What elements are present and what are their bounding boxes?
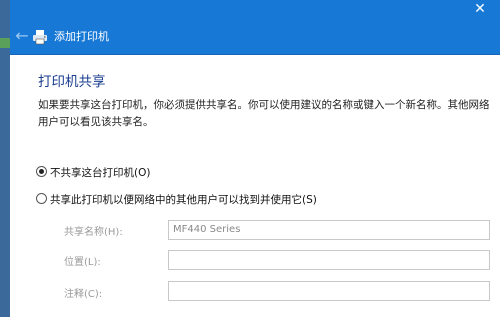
radio-label: 不共享这台打印机(O) xyxy=(50,167,151,179)
share-name-label: 共享名称(H): xyxy=(64,227,123,238)
location-field[interactable] xyxy=(168,250,490,270)
dialog-title: 添加打印机 xyxy=(54,30,109,43)
radio-button[interactable] xyxy=(36,193,47,204)
main-content: 打印机共享 如果要共享这台打印机，你必须提供共享名。你可以使用建议的名称或键入一… xyxy=(10,55,500,317)
radio-share-printer[interactable]: 共享此打印机以便网络中的其他用户可以找到并使用它(S) xyxy=(36,192,317,207)
comment-label: 注释(C): xyxy=(64,289,103,300)
location-label: 位置(L): xyxy=(64,257,101,268)
description-text: 如果要共享这台打印机，你必须提供共享名。你可以使用建议的名称或键入一个新名称。其… xyxy=(38,99,490,128)
close-button[interactable]: ✕ xyxy=(460,0,500,20)
page-heading: 打印机共享 xyxy=(38,74,106,90)
share-name-field[interactable]: MF440 Series xyxy=(168,220,490,240)
back-arrow-icon[interactable]: ← xyxy=(12,26,32,46)
desktop-icon-fragment xyxy=(0,38,10,48)
radio-do-not-share[interactable]: 不共享这台打印机(O) xyxy=(36,165,150,180)
printer-icon xyxy=(33,30,47,45)
radio-button-checked[interactable] xyxy=(36,166,47,177)
title-bar: ✕ xyxy=(10,0,500,20)
add-printer-dialog: ✕ ← 添加打印机 打印机共享 如果要共享这台打印机，你必须提供共享名。你可以使… xyxy=(10,0,500,317)
comment-field[interactable] xyxy=(168,281,490,301)
wizard-header: ← 添加打印机 xyxy=(10,20,500,55)
desktop-background xyxy=(0,0,10,317)
radio-label: 共享此打印机以便网络中的其他用户可以找到并使用它(S) xyxy=(50,194,317,206)
